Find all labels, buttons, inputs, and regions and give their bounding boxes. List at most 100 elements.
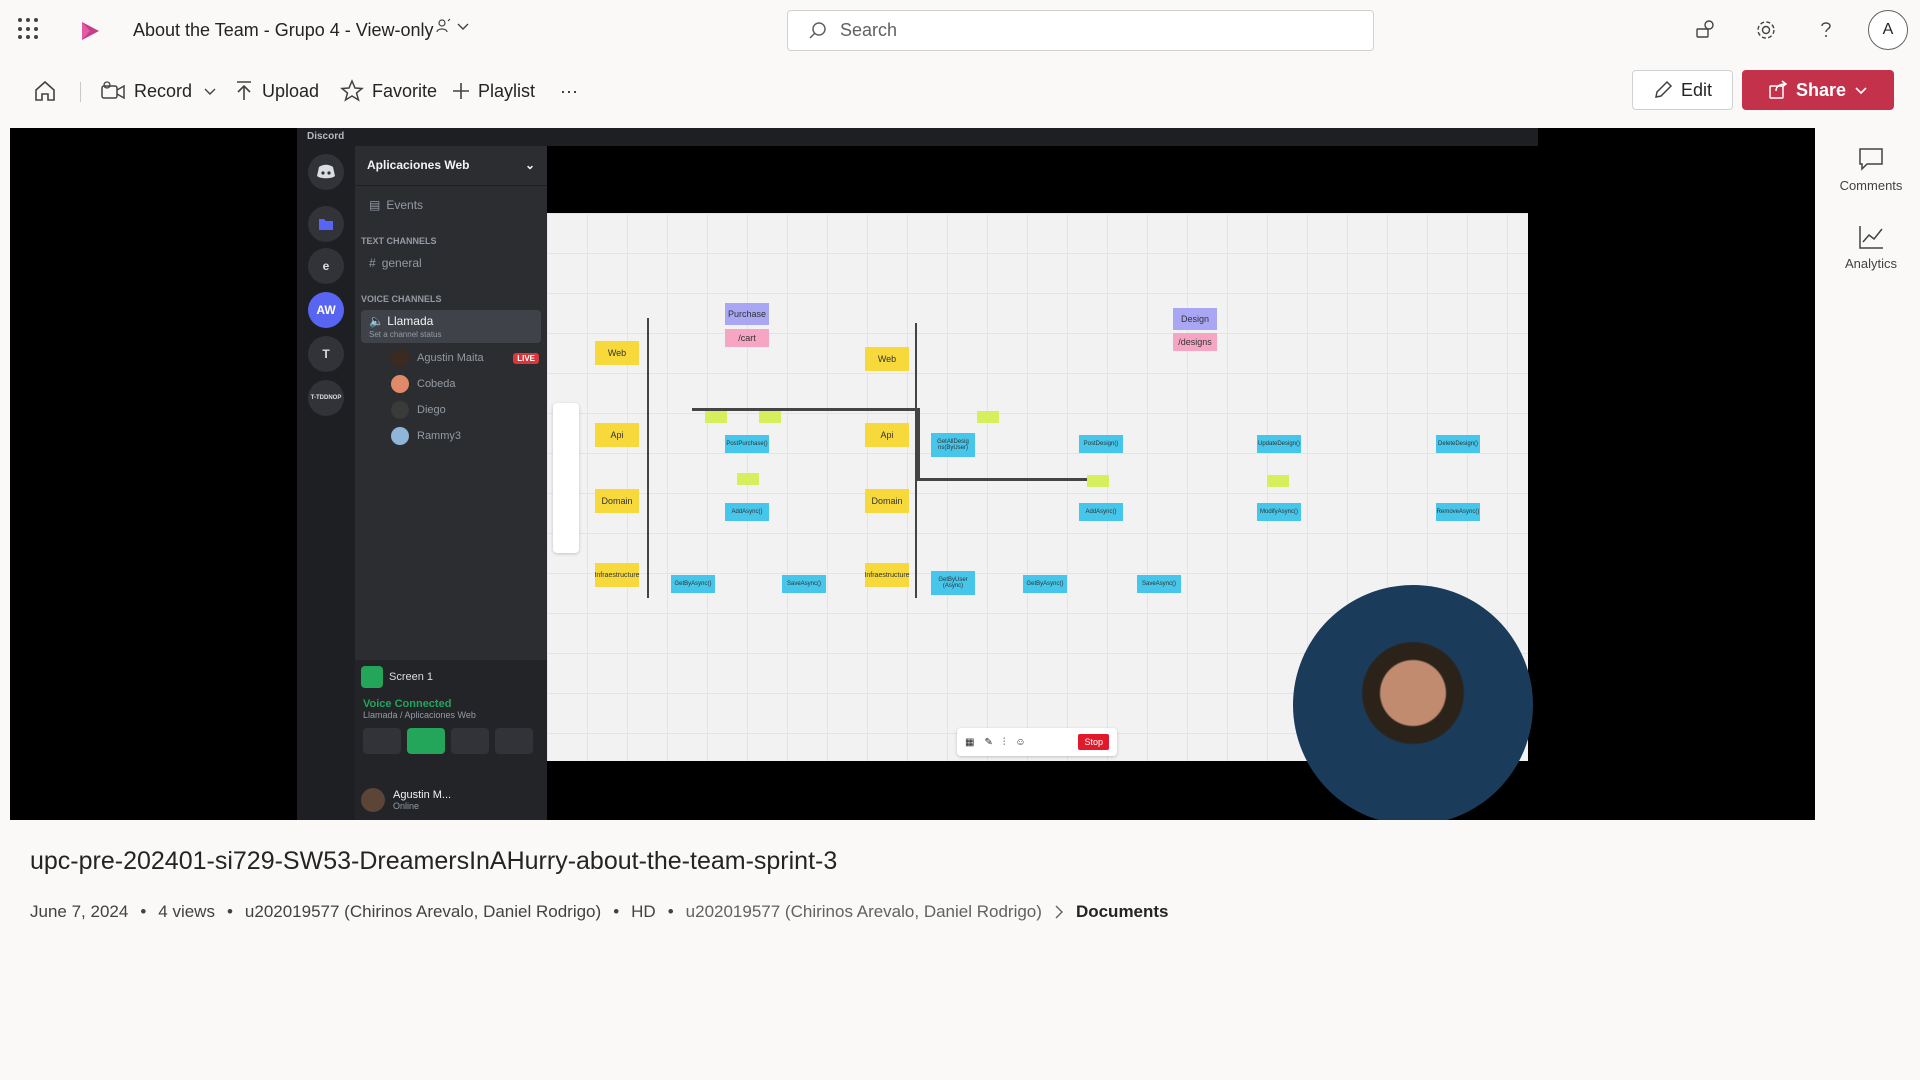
method-note: AddAsync() xyxy=(1079,503,1123,521)
sticky-note xyxy=(759,411,781,423)
view-only-icon[interactable] xyxy=(436,18,452,34)
voice-user-name: Diego xyxy=(417,404,446,416)
document-title: About the Team - Grupo 4 - View-only xyxy=(133,20,434,40)
avatar xyxy=(391,401,409,419)
voice-connected-status: Voice Connected Llamada / Aplicaciones W… xyxy=(355,694,547,724)
breadcrumb-owner[interactable]: u202019577 (Chirinos Arevalo, Daniel Rod… xyxy=(686,902,1042,922)
comment-icon xyxy=(1859,148,1883,171)
method-note: SaveAsync() xyxy=(782,575,826,593)
more-options-icon: ··· xyxy=(560,80,578,101)
guild-aw: AW xyxy=(308,292,344,328)
discord-titlebar: Discord xyxy=(297,128,1538,146)
method-note: GetAllDesig ns(ByUser) xyxy=(931,433,975,457)
discord-server-rail: e AW T T-TDDNOP xyxy=(297,146,355,820)
stream-logo-icon[interactable] xyxy=(78,19,102,43)
plus-icon xyxy=(453,83,469,99)
voice-controls xyxy=(355,724,547,758)
star-icon xyxy=(340,79,364,102)
sticky-note xyxy=(977,411,999,423)
voice-user: Agustin Maita LIVE xyxy=(355,345,547,371)
voice-user: Rammy3 xyxy=(355,423,547,449)
purchase-note: Purchase xyxy=(725,303,769,325)
channel-status: Set a channel status xyxy=(369,330,442,339)
screen-label: Screen 1 xyxy=(389,671,434,683)
separator-dot: • xyxy=(140,902,147,921)
favorite-button[interactable]: Favorite xyxy=(340,78,437,104)
home-icon xyxy=(35,80,55,101)
method-note: AddAsync() xyxy=(725,503,769,521)
comments-label: Comments xyxy=(1839,178,1903,193)
voice-channels-category: VOICE CHANNELS xyxy=(361,294,442,304)
chevron-down-icon xyxy=(204,88,216,95)
toolbar-divider xyxy=(80,82,81,102)
analytics-button[interactable]: Analytics xyxy=(1822,224,1920,302)
top-right-actions: A xyxy=(1668,8,1920,52)
upload-label: Upload xyxy=(262,80,320,101)
chevron-down-icon[interactable] xyxy=(456,19,470,33)
add-to-playlist-button[interactable]: Playlist xyxy=(452,78,535,104)
method-note: DeleteDesign() xyxy=(1436,435,1480,453)
comments-button[interactable]: Comments xyxy=(1822,146,1920,224)
playlist-label: Playlist xyxy=(478,80,536,101)
avatar xyxy=(361,788,385,812)
home-button[interactable] xyxy=(32,78,66,104)
design-note: Design xyxy=(1173,308,1217,330)
record-button[interactable]: Record xyxy=(100,78,224,104)
record-camera-icon xyxy=(101,81,125,100)
connector-line xyxy=(917,408,920,480)
side-panel: Comments Analytics xyxy=(1822,128,1920,302)
events-row: ▤ Events xyxy=(355,192,547,218)
cart-note: /cart xyxy=(725,329,769,347)
settings-gear-icon[interactable] xyxy=(1744,8,1788,52)
method-note: PostPurchase() xyxy=(725,435,769,453)
channel-general-label: general xyxy=(381,256,422,270)
guild-tddnop: T-TDDNOP xyxy=(308,380,344,416)
screen-share-icon xyxy=(407,728,445,754)
avatar[interactable]: A xyxy=(1868,10,1908,50)
voice-channel-llamada: 🔈 Llamada Set a channel status xyxy=(361,310,541,343)
breadcrumb-folder[interactable]: Documents xyxy=(1076,902,1169,922)
stream-controls: ▦ ✎ ⫶ ☺ Stop xyxy=(957,728,1117,756)
text-channels-category: TEXT CHANNELS xyxy=(361,236,437,246)
sticky-note xyxy=(705,411,727,423)
edit-button[interactable]: Edit xyxy=(1632,70,1733,110)
upload-date: June 7, 2024 xyxy=(30,902,129,921)
share-icon xyxy=(1769,80,1788,99)
video-player[interactable]: Discord e AW T T-TDDNOP Aplicaciones Web… xyxy=(10,128,1815,820)
miro-toolbar xyxy=(553,403,579,553)
voice-user-name: Cobeda xyxy=(417,378,456,390)
camera-off-icon xyxy=(363,728,401,754)
live-badge: LIVE xyxy=(513,352,539,364)
upload-button[interactable]: Upload xyxy=(234,78,319,104)
more-options-button[interactable]: ··· xyxy=(560,78,578,104)
method-note: UpdateDesign() xyxy=(1257,435,1301,453)
layer-infraestructure: Infraestructure xyxy=(594,563,640,587)
stop-button: Stop xyxy=(1078,734,1109,750)
voice-user: Diego xyxy=(355,397,547,423)
screen-share-row: Screen 1 xyxy=(355,660,547,694)
share-screen-icon[interactable] xyxy=(1684,8,1728,52)
search-input[interactable]: Search xyxy=(787,10,1374,51)
channel-general: # general xyxy=(355,250,547,276)
share-button[interactable]: Share xyxy=(1742,70,1894,110)
speaker-icon: 🔈 xyxy=(369,314,384,328)
layer-infraestructure: Infraestructure xyxy=(864,563,910,587)
title-actions[interactable] xyxy=(436,18,470,34)
search-icon xyxy=(809,21,826,39)
avatar xyxy=(391,427,409,445)
voice-user: Cobeda xyxy=(355,371,547,397)
app-launcher-icon[interactable] xyxy=(18,18,40,40)
sliders-icon: ⫶ xyxy=(1002,736,1006,748)
discord-voice-panel: Screen 1 Voice Connected Llamada / Aplic… xyxy=(355,660,547,820)
analytics-chart-icon xyxy=(1859,226,1883,249)
server-name: Aplicaciones Web xyxy=(367,158,470,172)
help-icon[interactable] xyxy=(1804,8,1848,52)
method-note: RemoveAsync() xyxy=(1436,503,1480,521)
top-bar: About the Team - Grupo 4 - View-only Sea… xyxy=(0,0,1920,60)
me-status: Online xyxy=(393,801,420,811)
layer-api: Api xyxy=(865,423,909,447)
events-label: Events xyxy=(386,198,424,212)
connector-line xyxy=(917,478,1097,481)
separator-dot: • xyxy=(613,902,620,921)
video-owner[interactable]: u202019577 (Chirinos Arevalo, Daniel Rod… xyxy=(245,902,601,922)
